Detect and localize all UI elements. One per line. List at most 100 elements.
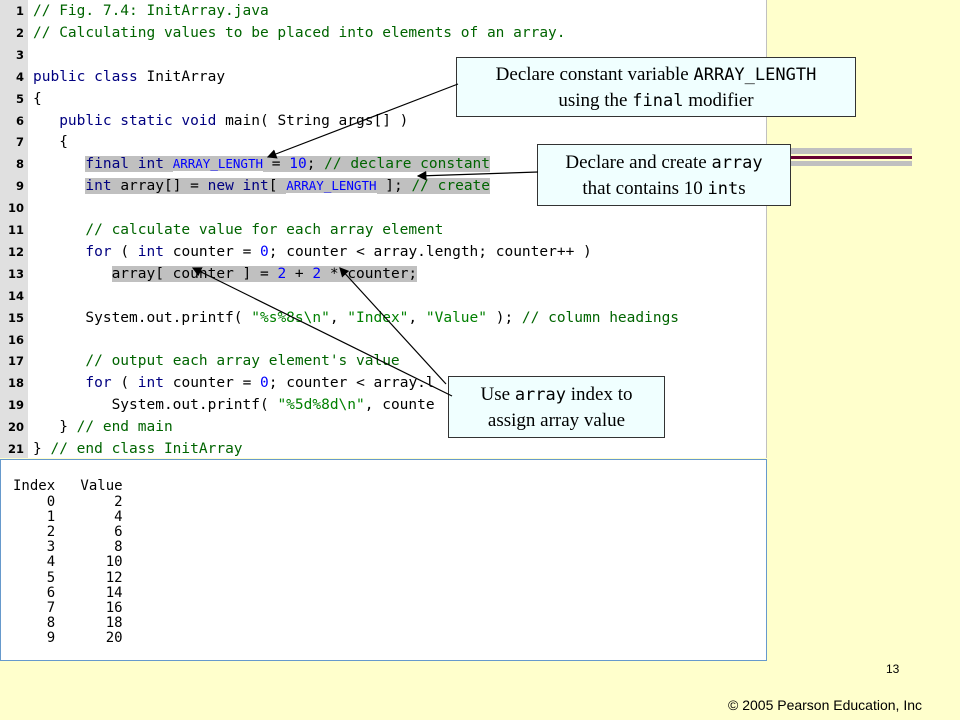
decor-stripe-top [776, 148, 912, 154]
code-token: // column headings [521, 309, 680, 326]
code-text: } // end main [33, 416, 173, 438]
page-number: 13 [886, 662, 900, 676]
line-number: 16 [7, 332, 24, 347]
code-token [163, 156, 173, 173]
code-text: System.out.printf( "%5d%8d\n", counte [33, 394, 435, 416]
code-token: int [137, 243, 164, 260]
code-token: { [33, 134, 68, 151]
line-number: 21 [7, 442, 24, 456]
code-token: "Value" [425, 309, 487, 326]
line-number: 15 [7, 310, 24, 325]
callout-code: final [632, 91, 684, 111]
line-number: 7 [15, 135, 24, 150]
code-token: + [286, 265, 313, 282]
callout-text: Use [480, 384, 515, 405]
callout-text: Declare constant variable [495, 64, 694, 85]
copyright-notice: © 2005 Pearson Education, Inc [728, 697, 922, 713]
output-row: 8 18 [13, 614, 123, 631]
code-token: 2 [277, 265, 287, 282]
line-number: 12 [7, 244, 24, 259]
line-number: 20 [7, 420, 24, 435]
code-token: int [85, 178, 112, 195]
output-row: 1 4 [13, 509, 123, 526]
code-token: 10 [289, 156, 307, 173]
line-number: 11 [7, 223, 24, 237]
code-text: // calculate value for each array elemen… [33, 219, 443, 241]
code-token: System.out.printf( [33, 397, 278, 414]
code-text: array[ counter ] = 2 + 2 * counter; [33, 263, 418, 285]
decor-stripe-bottom [776, 161, 912, 166]
code-token: array[ counter ] = [111, 265, 278, 282]
callout-constant: Declare constant variable ARRAY_LENGTH u… [456, 57, 856, 117]
code-token: // end main [76, 419, 173, 436]
line-number: 13 [7, 266, 24, 281]
code-token: * counter; [321, 265, 418, 282]
code-text: { [33, 131, 68, 153]
code-token: ]; [376, 178, 412, 195]
code-token: 2 [312, 265, 322, 282]
code-token: // Calculating values to be placed into … [33, 24, 566, 41]
line-number: 10 [7, 201, 24, 216]
code-token: , [408, 309, 426, 326]
callout-array-index-line2: assign array value [449, 408, 664, 434]
code-token: for [85, 243, 112, 260]
callout-constant-line2: using the final modifier [457, 88, 855, 114]
code-text: public class InitArray [33, 66, 225, 88]
code-token: , counte [364, 397, 435, 414]
output-header: Index Value [13, 478, 123, 494]
callout-constant-line1: Declare constant variable ARRAY_LENGTH [457, 62, 855, 88]
code-token: // create [411, 178, 491, 195]
output-panel: Index Value 0 2 1 4 2 6 3 8 4 10 5 12 6 … [0, 459, 767, 661]
code-token: ; counter < array.l [268, 375, 435, 392]
callout-array-index-line1: Use array index to [449, 382, 664, 408]
code-token: ( [111, 375, 138, 392]
code-token: counter = [164, 375, 261, 392]
code-token: "%s%8s\n" [251, 309, 330, 326]
callout-text: s [738, 178, 746, 199]
code-token: ; counter < array.length; counter++ ) [268, 243, 592, 260]
code-text: public static void main( String args[] ) [33, 110, 408, 132]
code-token: new int [207, 178, 269, 195]
callout-code: array [514, 385, 566, 405]
code-text: for ( int counter = 0; counter < array.l… [33, 241, 592, 263]
code-token: 0 [260, 375, 269, 392]
code-token: ; [306, 156, 325, 173]
code-token: { [33, 90, 42, 107]
code-token: ( [111, 243, 138, 260]
line-number: 1 [15, 4, 24, 18]
code-token: // end class InitArray [50, 441, 243, 457]
code-text: } // end class InitArray [33, 438, 243, 460]
code-token: // Fig. 7.4: InitArray.java [33, 3, 269, 19]
line-number: 14 [7, 288, 24, 303]
line-number: 5 [15, 91, 24, 106]
code-text: int array[] = new int[ ARRAY_LENGTH ]; /… [33, 175, 491, 197]
code-token: final int [85, 156, 164, 173]
code-token: InitArray [137, 68, 226, 85]
code-text: // output each array element's value [33, 350, 399, 372]
output-row: 2 6 [13, 524, 123, 541]
line-number: 3 [15, 47, 24, 62]
code-text: final int ARRAY_LENGTH = 10; // declare … [33, 153, 491, 175]
callout-create-array-line1: Declare and create array [538, 150, 790, 176]
callout-code: array [711, 153, 763, 173]
code-token: // calculate value for each array elemen… [85, 222, 444, 238]
code-token: int [137, 375, 164, 392]
code-token: // declare constant [324, 156, 491, 173]
callout-code: ARRAY_LENGTH [693, 65, 817, 85]
code-token: for [85, 375, 112, 392]
line-number: 6 [15, 113, 24, 128]
output-row: 3 8 [13, 539, 123, 556]
output-row: 9 20 [13, 629, 123, 646]
code-token: "%5d%8d\n" [277, 397, 365, 414]
callout-text: modifier [683, 90, 754, 111]
callout-text: using the [558, 90, 633, 111]
decor-stripe-mid [776, 156, 912, 159]
output-row: 4 10 [13, 554, 123, 571]
